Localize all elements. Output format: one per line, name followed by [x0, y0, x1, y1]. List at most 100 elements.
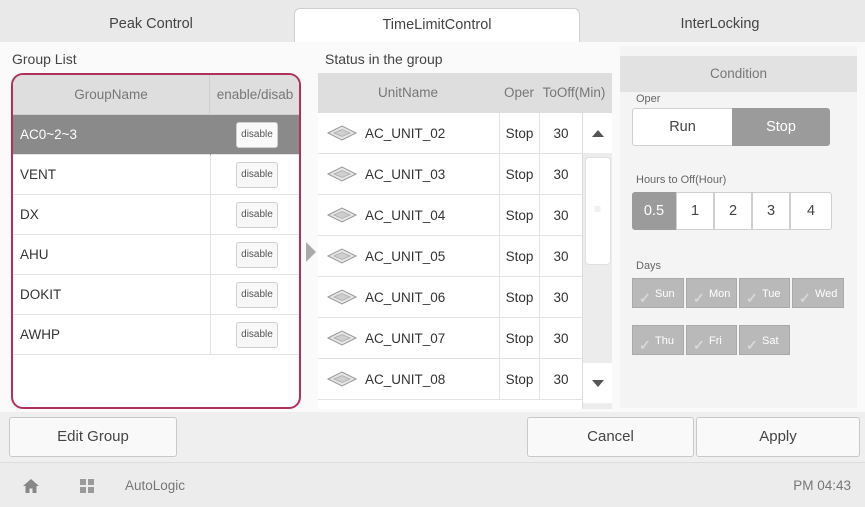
grid-icon[interactable]	[80, 479, 94, 493]
unit-row[interactable]: AC_UNIT_04 Stop 30	[318, 195, 582, 236]
oper-label: Oper	[636, 93, 661, 105]
hours-to-off-label: Hours to Off(Hour)	[636, 174, 727, 186]
group-name: VENT	[20, 167, 57, 182]
unit-oper: Stop	[499, 154, 539, 195]
group-row[interactable]: DX disable	[13, 195, 299, 235]
check-icon: ✓	[639, 290, 651, 306]
group-list-header: GroupName enable/disab	[13, 75, 299, 115]
edit-group-button[interactable]: Edit Group	[9, 417, 177, 457]
disable-button[interactable]: disable	[236, 162, 278, 188]
scroll-up-arrow-icon[interactable]	[583, 113, 612, 153]
unit-oper: Stop	[499, 277, 539, 318]
status-in-group-title: Status in the group	[325, 51, 443, 67]
group-list-table: GroupName enable/disab AC0~2~3 disable V…	[11, 73, 301, 409]
group-row[interactable]: AHU disable	[13, 235, 299, 275]
hours-option-0-5[interactable]: 0.5	[632, 192, 676, 230]
group-row[interactable]: VENT disable	[13, 155, 299, 195]
unit-tooff: 30	[539, 113, 582, 154]
unit-oper: Stop	[499, 236, 539, 277]
column-header-unitname: UnitName	[377, 85, 439, 100]
hours-option-1[interactable]: 1	[676, 192, 714, 230]
group-row[interactable]: DOKIT disable	[13, 275, 299, 315]
unit-row[interactable]: AC_UNIT_07 Stop 30	[318, 318, 582, 359]
check-icon: ✓	[799, 290, 811, 306]
unit-tooff: 30	[539, 195, 582, 236]
unit-row[interactable]: AC_UNIT_02 Stop 30	[318, 113, 582, 154]
day-toggle-tue[interactable]: ✓ Tue	[739, 278, 790, 308]
group-list-title: Group List	[12, 51, 77, 67]
disable-button[interactable]: disable	[236, 282, 278, 308]
unit-tooff: 30	[539, 359, 582, 400]
condition-title: Condition	[620, 56, 857, 92]
hours-option-3[interactable]: 3	[752, 192, 790, 230]
scroll-down-arrow-icon[interactable]	[583, 363, 612, 403]
tab-time-limit-control[interactable]: TimeLimitControl	[294, 8, 580, 43]
day-label: Sun	[655, 288, 675, 300]
check-icon: ✓	[746, 290, 758, 306]
unit-row[interactable]: AC_UNIT_08 Stop 30	[318, 359, 582, 400]
cassette-unit-icon	[326, 166, 358, 182]
status-scrollbar[interactable]	[582, 113, 612, 409]
group-name: AWHP	[20, 327, 60, 342]
unit-tooff: 30	[539, 154, 582, 195]
disable-button[interactable]: disable	[236, 122, 278, 148]
footer-bar: AutoLogic PM 04:43	[0, 462, 865, 507]
day-label: Thu	[655, 335, 674, 347]
check-icon: ✓	[693, 290, 705, 306]
tab-interlocking[interactable]: InterLocking	[580, 8, 860, 42]
oper-stop-option[interactable]: Stop	[732, 108, 830, 146]
group-name: DOKIT	[20, 287, 62, 302]
disable-button[interactable]: disable	[236, 202, 278, 228]
status-header: UnitName Oper ToOff(Min)	[318, 73, 612, 113]
action-bar: Edit Group Cancel Apply	[0, 412, 865, 462]
unit-oper: Stop	[499, 113, 539, 154]
scroll-thumb[interactable]	[585, 157, 611, 265]
group-row[interactable]: AC0~2~3 disable	[13, 115, 299, 155]
cancel-button[interactable]: Cancel	[527, 417, 694, 457]
cassette-unit-icon	[326, 330, 358, 346]
column-header-oper: Oper	[503, 85, 534, 100]
hours-option-4[interactable]: 4	[790, 192, 832, 230]
unit-row[interactable]: AC_UNIT_06 Stop 30	[318, 277, 582, 318]
tab-peak-control[interactable]: Peak Control	[8, 8, 294, 42]
disable-button[interactable]: disable	[236, 242, 278, 268]
day-label: Fri	[709, 335, 722, 347]
unit-oper: Stop	[499, 359, 539, 400]
unit-name: AC_UNIT_03	[365, 167, 446, 182]
column-header-enable-disable: enable/disab	[216, 87, 294, 102]
unit-oper: Stop	[499, 195, 539, 236]
day-toggle-mon[interactable]: ✓ Mon	[686, 278, 737, 308]
apply-button[interactable]: Apply	[696, 417, 860, 457]
unit-name: AC_UNIT_08	[365, 372, 446, 387]
day-label: Sat	[762, 335, 779, 347]
disable-button[interactable]: disable	[236, 322, 278, 348]
unit-row[interactable]: AC_UNIT_05 Stop 30	[318, 236, 582, 277]
cassette-unit-icon	[326, 207, 358, 223]
day-toggle-sun[interactable]: ✓ Sun	[632, 278, 684, 308]
oper-run-option[interactable]: Run	[632, 108, 733, 146]
column-header-tooff: ToOff(Min)	[542, 85, 606, 100]
day-label: Tue	[762, 288, 781, 300]
unit-tooff: 30	[539, 318, 582, 359]
unit-tooff: 30	[539, 236, 582, 277]
cassette-unit-icon	[326, 371, 358, 387]
clock: PM 04:43	[793, 478, 851, 493]
days-label: Days	[636, 260, 662, 272]
home-icon[interactable]	[22, 478, 40, 494]
unit-tooff: 30	[539, 277, 582, 318]
unit-row[interactable]: AC_UNIT_03 Stop 30	[318, 154, 582, 195]
day-label: Mon	[709, 288, 731, 300]
day-toggle-thu[interactable]: ✓ Thu	[632, 325, 684, 355]
unit-name: AC_UNIT_04	[365, 208, 446, 223]
app-name: AutoLogic	[125, 478, 186, 493]
status-table: UnitName Oper ToOff(Min) AC_UNIT_02 Stop 3…	[318, 73, 612, 409]
day-toggle-wed[interactable]: ✓ Wed	[792, 278, 844, 308]
unit-name: AC_UNIT_06	[365, 290, 446, 305]
check-icon: ✓	[746, 337, 758, 353]
group-row[interactable]: AWHP disable	[13, 315, 299, 355]
day-toggle-sat[interactable]: ✓ Sat	[739, 325, 790, 355]
hours-option-2[interactable]: 2	[714, 192, 752, 230]
unit-name: AC_UNIT_02	[365, 126, 446, 141]
day-toggle-fri[interactable]: ✓ Fri	[686, 325, 737, 355]
condition-panel: Condition Oper Run Stop Hours to Off(Hou…	[620, 46, 857, 408]
